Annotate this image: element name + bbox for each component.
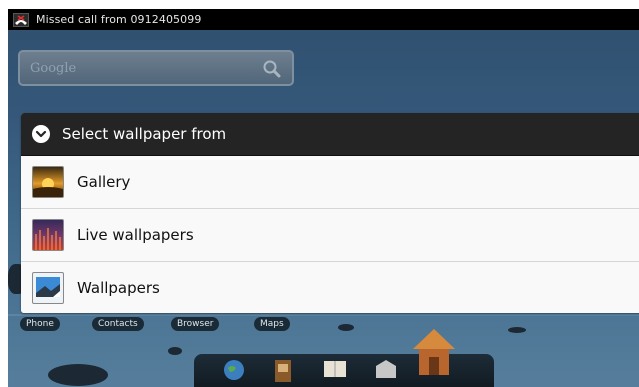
dock-label-browser[interactable]: Browser	[171, 317, 220, 331]
search-icon[interactable]	[262, 59, 282, 79]
search-placeholder: Google	[30, 61, 77, 76]
wallpaper-rock	[48, 364, 108, 386]
dock-label-phone[interactable]: Phone	[20, 317, 60, 331]
gallery-icon	[32, 166, 64, 198]
horizon-line	[8, 314, 639, 316]
home-icon[interactable]	[411, 327, 457, 377]
status-bar: Missed call from 0912405099	[8, 9, 639, 30]
live-wallpapers-icon	[32, 219, 64, 251]
wallpapers-icon	[32, 272, 64, 304]
left-edge	[0, 9, 8, 387]
chevron-down-icon	[32, 125, 50, 143]
list-item-label: Live wallpapers	[77, 226, 194, 244]
home-screen: Missed call from 0912405099 Google Phone…	[8, 9, 639, 387]
list-item-label: Gallery	[77, 173, 131, 191]
missed-call-icon[interactable]	[13, 12, 29, 27]
list-item-gallery[interactable]: Gallery	[21, 156, 639, 209]
contacts-book-icon[interactable]	[272, 358, 294, 384]
list-item-wallpapers[interactable]: Wallpapers	[21, 262, 639, 313]
select-wallpaper-dialog: Select wallpaper from Gallery Live wallp…	[21, 113, 639, 313]
dialog-title: Select wallpaper from	[62, 125, 227, 143]
dialog-header: Select wallpaper from	[21, 113, 639, 156]
book-icon[interactable]	[322, 358, 348, 380]
dock-labels: Phone Contacts Browser Maps	[8, 317, 639, 337]
google-search-bar[interactable]: Google	[18, 50, 294, 86]
missed-call-notification[interactable]: Missed call from 0912405099	[36, 13, 201, 26]
list-item-live-wallpapers[interactable]: Live wallpapers	[21, 209, 639, 262]
dock-label-maps[interactable]: Maps	[254, 317, 290, 331]
top-banner	[0, 0, 639, 9]
wallpaper-rock	[168, 347, 182, 355]
dock-label-contacts[interactable]: Contacts	[92, 317, 144, 331]
list-item-label: Wallpapers	[77, 279, 160, 297]
mail-icon[interactable]	[374, 358, 398, 380]
globe-icon[interactable]	[222, 358, 246, 382]
